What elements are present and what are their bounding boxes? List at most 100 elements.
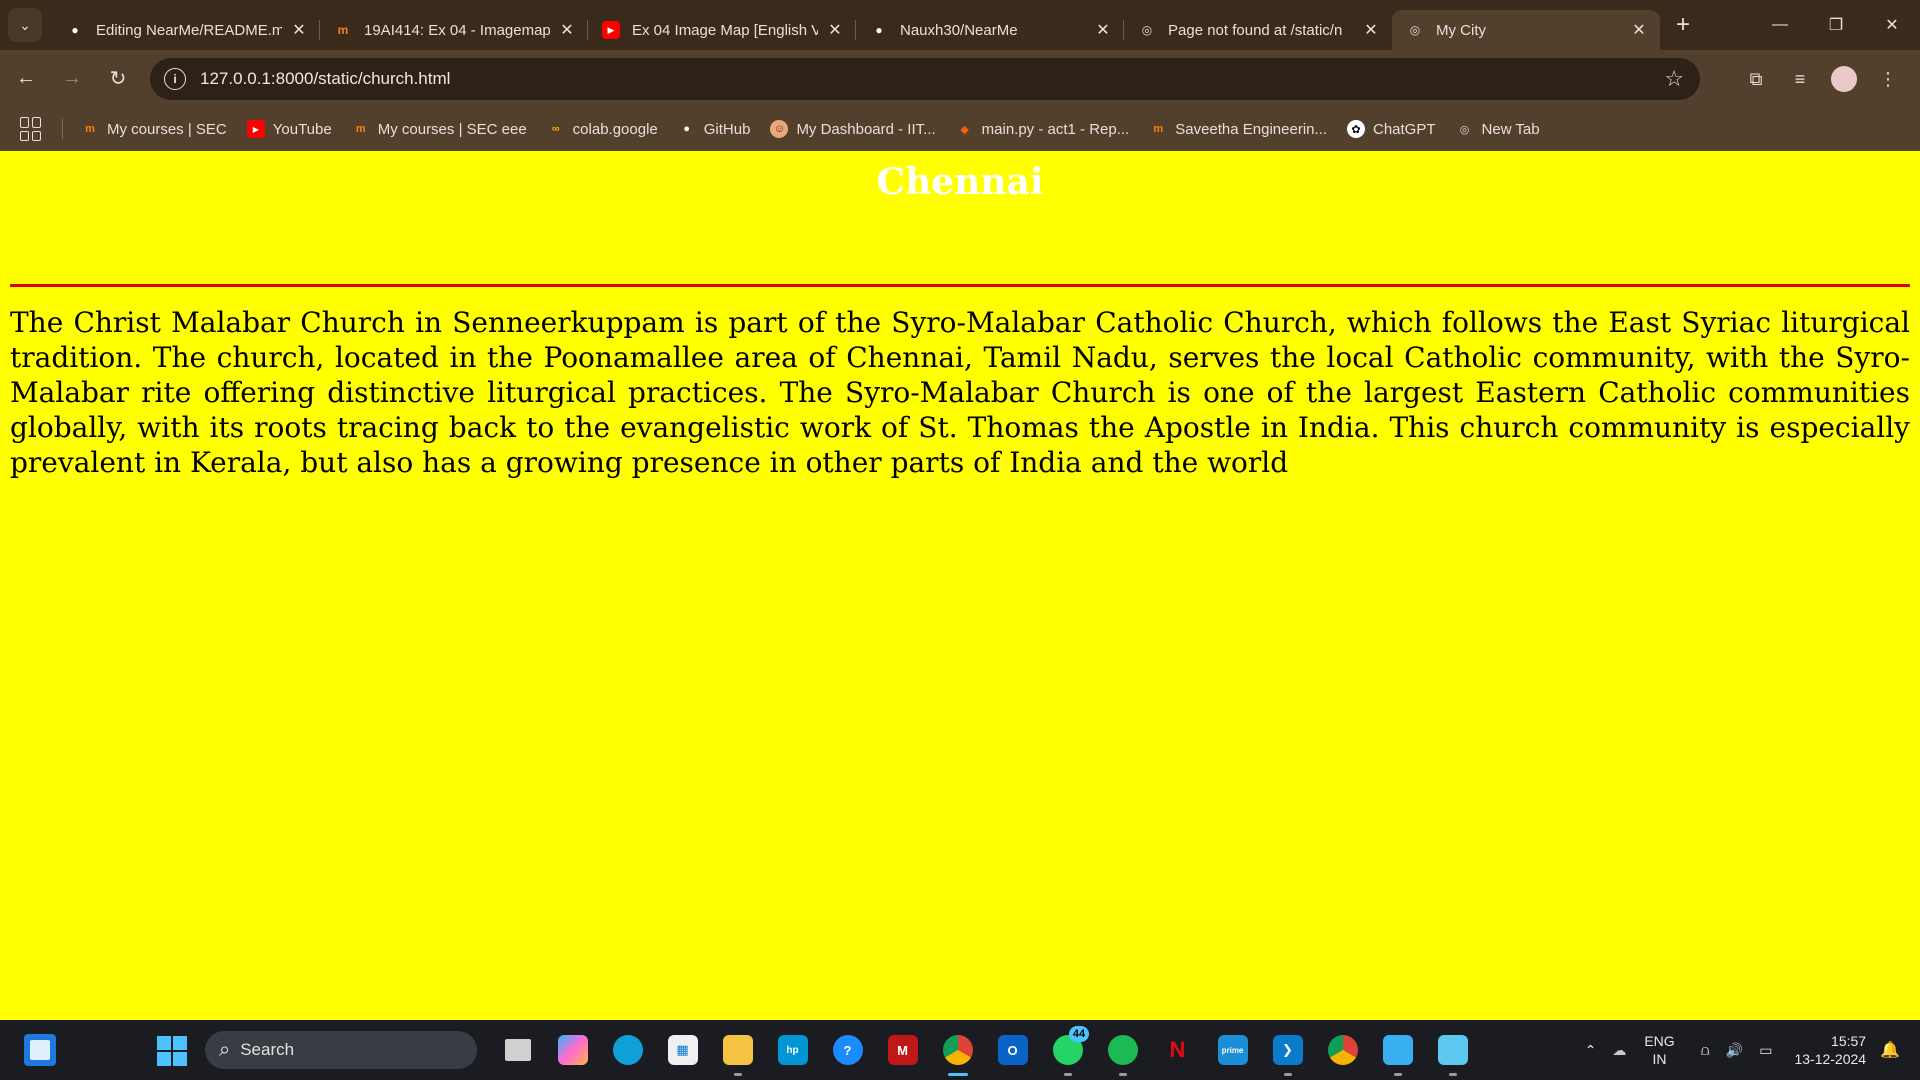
notepad-icon[interactable] bbox=[1425, 1030, 1480, 1076]
chevron-down-icon: ⌄ bbox=[19, 16, 31, 33]
paint-icon[interactable] bbox=[1370, 1030, 1425, 1076]
mcafee-icon[interactable]: M bbox=[875, 1030, 930, 1070]
media-controls-icon[interactable]: ≡ bbox=[1778, 59, 1822, 99]
bookmark-saveetha[interactable]: m Saveetha Engineerin... bbox=[1149, 120, 1327, 138]
store-icon[interactable]: ▦ bbox=[655, 1030, 710, 1070]
wifi-icon[interactable]: ⩍ bbox=[1701, 1042, 1710, 1059]
tab-title: Editing NearMe/README.md bbox=[96, 21, 282, 39]
plus-icon: + bbox=[1675, 11, 1690, 38]
address-bar[interactable]: i 127.0.0.1:8000/static/church.html ☆ bbox=[150, 58, 1700, 100]
close-icon[interactable]: ✕ bbox=[1362, 20, 1380, 40]
extensions-icon[interactable]: ⧉ bbox=[1734, 59, 1778, 99]
region-code: IN bbox=[1652, 1051, 1667, 1067]
copilot-icon[interactable] bbox=[545, 1030, 600, 1070]
avatar[interactable] bbox=[1831, 66, 1857, 92]
tab-imagemap[interactable]: m 19AI414: Ex 04 - Imagemap ✕ bbox=[320, 10, 588, 50]
bookmark-youtube[interactable]: ▶ YouTube bbox=[246, 120, 332, 138]
chevron-up-icon[interactable]: ⌃ bbox=[1585, 1042, 1597, 1059]
taskbar: ⌕ Search ▦ hp ? M O 44 N prime ❯ ⌃ ☁ ENG… bbox=[0, 1020, 1920, 1080]
netflix-icon[interactable]: N bbox=[1150, 1030, 1205, 1070]
tab-search-button[interactable]: ⌄ bbox=[8, 8, 42, 42]
bookmarks-divider bbox=[62, 119, 63, 139]
close-icon[interactable]: ✕ bbox=[558, 20, 576, 40]
close-icon[interactable]: ✕ bbox=[290, 20, 308, 40]
moodle-icon: m bbox=[1153, 123, 1164, 135]
bookmark-label: My Dashboard - IIT... bbox=[796, 120, 936, 138]
volume-icon[interactable]: 🔊 bbox=[1726, 1042, 1743, 1059]
apps-grid-icon[interactable] bbox=[20, 117, 44, 141]
system-tray: ⌃ ☁ ENG IN ⩍ 🔊 ▭ 15:57 13-12-2024 🔔 bbox=[1577, 1020, 1920, 1080]
youtube-icon: ▶ bbox=[246, 120, 265, 138]
page-paragraph: The Christ Malabar Church in Senneerkupp… bbox=[10, 306, 1910, 479]
bookmark-dashboard[interactable]: ☺ My Dashboard - IIT... bbox=[770, 120, 936, 138]
widgets-icon[interactable] bbox=[24, 1034, 56, 1066]
globe-icon: ◎ bbox=[1459, 123, 1470, 136]
file-explorer-icon[interactable] bbox=[710, 1030, 765, 1076]
spotify-icon[interactable] bbox=[1095, 1030, 1150, 1076]
taskbar-search[interactable]: ⌕ Search bbox=[205, 1031, 477, 1069]
onedrive-error-icon[interactable]: ☁ bbox=[1612, 1042, 1626, 1059]
language-indicator[interactable]: ENG IN bbox=[1644, 1032, 1674, 1068]
tabs: ● Editing NearMe/README.md ✕ m 19AI414: … bbox=[52, 0, 1660, 50]
language-code: ENG bbox=[1644, 1033, 1675, 1049]
tab-my-city[interactable]: ◎ My City ✕ bbox=[1392, 10, 1660, 50]
clock[interactable]: 15:57 13-12-2024 bbox=[1794, 1032, 1866, 1068]
bookmark-my-courses-sec[interactable]: m My courses | SEC bbox=[81, 120, 227, 138]
bookmark-github[interactable]: ● GitHub bbox=[678, 120, 750, 138]
tab-title: My City bbox=[1436, 21, 1486, 39]
search-placeholder: Search bbox=[240, 1040, 295, 1059]
help-icon[interactable]: ? bbox=[820, 1030, 875, 1070]
reload-icon: ↻ bbox=[109, 68, 127, 90]
bookmarks-bar: m My courses | SEC ▶ YouTube m My courses |… bbox=[0, 107, 1920, 151]
close-icon[interactable]: ✕ bbox=[826, 20, 844, 40]
notification-bell-icon[interactable]: 🔔 bbox=[1880, 1040, 1900, 1060]
close-icon: ✕ bbox=[1885, 17, 1899, 34]
bookmark-replit[interactable]: ◆ main.py - act1 - Rep... bbox=[956, 120, 1129, 138]
close-icon[interactable]: ✕ bbox=[1094, 20, 1112, 40]
outlook-icon[interactable]: O bbox=[985, 1030, 1040, 1070]
chrome-icon[interactable] bbox=[930, 1030, 985, 1076]
tab-title: Nauxh30/NearMe bbox=[900, 21, 1018, 39]
whatsapp-icon[interactable]: 44 bbox=[1040, 1026, 1095, 1076]
tab-github-repo[interactable]: ● Nauxh30/NearMe ✕ bbox=[856, 10, 1124, 50]
bookmark-label: Saveetha Engineerin... bbox=[1175, 120, 1327, 138]
github-icon: ● bbox=[71, 23, 79, 37]
bookmark-label: My courses | SEC eee bbox=[377, 120, 527, 138]
back-button[interactable]: ← bbox=[6, 59, 46, 99]
vscode-icon[interactable]: ❯ bbox=[1260, 1030, 1315, 1076]
tab-editing-nearme[interactable]: ● Editing NearMe/README.md ✕ bbox=[52, 10, 320, 50]
notification-badge: 44 bbox=[1069, 1026, 1089, 1042]
restore-button[interactable]: ❐ bbox=[1808, 0, 1864, 50]
bookmark-label: ChatGPT bbox=[1373, 120, 1436, 138]
task-view-icon[interactable] bbox=[490, 1030, 545, 1070]
bookmark-chatgpt[interactable]: ✿ ChatGPT bbox=[1347, 120, 1436, 138]
bookmark-new-tab[interactable]: ◎ New Tab bbox=[1456, 120, 1540, 138]
moodle-icon: m bbox=[85, 123, 95, 135]
dashboard-icon: ☺ bbox=[770, 120, 789, 138]
new-tab-button[interactable]: + bbox=[1666, 8, 1700, 42]
chrome-alt-icon[interactable] bbox=[1315, 1030, 1370, 1070]
reload-button[interactable]: ↻ bbox=[98, 59, 138, 99]
start-button[interactable] bbox=[157, 1036, 187, 1066]
close-window-button[interactable]: ✕ bbox=[1864, 0, 1920, 50]
menu-icon[interactable]: ⋮ bbox=[1866, 59, 1910, 99]
tab-title: Page not found at /static/n bbox=[1168, 21, 1343, 39]
prime-video-icon[interactable]: prime bbox=[1205, 1030, 1260, 1070]
site-info-icon[interactable]: i bbox=[164, 68, 186, 90]
battery-icon[interactable]: ▭ bbox=[1759, 1042, 1772, 1059]
tab-youtube-video[interactable]: ▶ Ex 04 Image Map [English V ✕ bbox=[588, 10, 856, 50]
tab-page-not-found[interactable]: ◎ Page not found at /static/n ✕ bbox=[1124, 10, 1392, 50]
bookmark-colab[interactable]: ∞ colab.google bbox=[547, 120, 658, 138]
close-icon[interactable]: ✕ bbox=[1630, 20, 1648, 40]
address-text[interactable]: 127.0.0.1:8000/static/church.html bbox=[200, 69, 450, 89]
forward-button[interactable]: → bbox=[52, 59, 92, 99]
myhp-icon[interactable]: hp bbox=[765, 1030, 820, 1070]
bookmark-label: New Tab bbox=[1481, 120, 1540, 138]
globe-icon: ◎ bbox=[1409, 23, 1421, 37]
tab-title: Ex 04 Image Map [English V bbox=[632, 21, 818, 39]
edge-icon[interactable] bbox=[600, 1030, 655, 1070]
bookmark-my-courses-sec-eee[interactable]: m My courses | SEC eee bbox=[352, 120, 527, 138]
search-icon: ⌕ bbox=[219, 1038, 231, 1061]
bookmark-star-icon[interactable]: ☆ bbox=[1664, 66, 1684, 92]
minimize-button[interactable]: — bbox=[1752, 0, 1808, 50]
